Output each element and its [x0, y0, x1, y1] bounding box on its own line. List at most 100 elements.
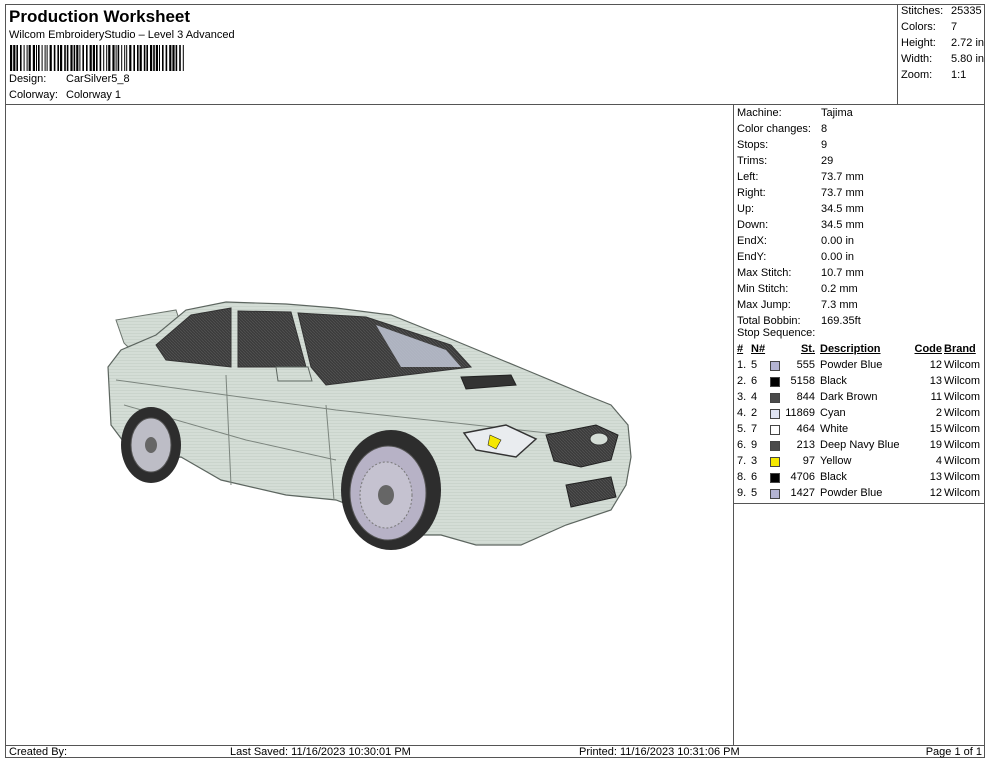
barcode-bar [16, 45, 18, 71]
stat-value: 2.72 in [951, 37, 985, 49]
barcode-bar [169, 45, 172, 71]
row-needle: 4 [751, 391, 758, 403]
info-value: 0.00 in [821, 235, 855, 247]
row-code: 13 [929, 471, 942, 483]
barcode-bar [13, 45, 16, 71]
row-stitches: 213 [796, 439, 815, 451]
barcode-bar [38, 45, 40, 71]
stat-stitches: Stitches: 25335 [901, 5, 982, 17]
stat-label: Width: [901, 53, 933, 65]
header-description: Description [820, 343, 881, 355]
row-brand: Wilcom [944, 391, 981, 403]
color-swatch [770, 473, 780, 483]
barcode-bar [60, 45, 63, 71]
stat-zoom: Zoom: 1:1 [901, 69, 966, 81]
barcode-bar [172, 45, 175, 71]
stat-label: Colors: [901, 21, 936, 33]
barcode-bar [28, 45, 31, 71]
barcode-bar [129, 45, 132, 71]
design-value: CarSilver5_8 [66, 73, 130, 85]
barcode-bar [64, 45, 66, 71]
info-value: 10.7 mm [821, 267, 864, 279]
info-row: Right: 73.7 mm [737, 187, 864, 199]
barcode-bar [79, 45, 81, 71]
row-brand: Wilcom [944, 359, 981, 371]
colorway-value: Colorway 1 [66, 89, 122, 101]
barcode-bar [96, 45, 98, 71]
row-stitches: 464 [796, 423, 815, 435]
barcode-bar [175, 45, 178, 71]
info-value: 9 [821, 139, 828, 151]
worksheet-header: Production Worksheet Wilcom EmbroiderySt… [6, 5, 897, 105]
row-description: Powder Blue [820, 487, 883, 499]
row-needle: 7 [751, 423, 758, 435]
car-embroidery-image [107, 301, 632, 550]
barcode-bar [32, 45, 35, 71]
stop-sequence-title: Stop Sequence: [737, 327, 816, 339]
row-needle: 6 [751, 375, 758, 387]
barcode-bar [70, 45, 73, 71]
design-row: Design: CarSilver5_8 [9, 73, 130, 85]
header-needle: N# [751, 343, 766, 355]
table-row: 7. 3 97 Yellow 4 Wilcom [734, 455, 985, 471]
row-description: Powder Blue [820, 359, 883, 371]
row-brand: Wilcom [944, 439, 981, 451]
barcode-bar [46, 45, 48, 71]
stat-value: 25335 [951, 5, 982, 17]
row-code: 4 [935, 455, 942, 467]
software-name: Wilcom EmbroideryStudio – Level 3 Advanc… [9, 29, 235, 41]
header-brand: Brand [944, 343, 976, 355]
page-title: Production Worksheet [9, 7, 191, 26]
colorway-label: Colorway: [9, 89, 58, 101]
barcode-bar [82, 45, 84, 71]
row-description: Dark Brown [820, 391, 878, 403]
info-label: Max Stitch: [737, 267, 792, 279]
stat-value: 1:1 [951, 69, 967, 81]
barcode-bar [26, 45, 28, 71]
info-value: 169.35ft [821, 315, 861, 327]
barcode-bar [44, 45, 46, 71]
row-needle: 5 [751, 487, 758, 499]
info-label: Down: [737, 219, 769, 231]
info-value: 73.7 mm [821, 187, 864, 199]
printed-date: Printed: 11/16/2023 10:31:06 PM [579, 746, 740, 758]
info-row: Up: 34.5 mm [737, 203, 864, 215]
stat-label: Height: [901, 37, 936, 49]
info-row: Left: 73.7 mm [737, 171, 864, 183]
barcode-bar [103, 45, 105, 71]
row-num: 7. [737, 455, 747, 467]
barcode-bar [73, 45, 76, 71]
color-swatch [770, 425, 780, 435]
info-value: 8 [821, 123, 828, 135]
info-label: EndX: [737, 235, 767, 247]
barcode-bar [57, 45, 59, 71]
stop-sequence-header: # N# St. Description Code Brand [734, 343, 985, 359]
color-swatch [770, 489, 780, 499]
row-num: 3. [737, 391, 747, 403]
table-row: 1. 5 555 Powder Blue 12 Wilcom [734, 359, 985, 375]
info-label: Min Stitch: [737, 283, 789, 295]
barcode-bar [66, 45, 69, 71]
color-swatch [770, 457, 780, 467]
barcode-bar [124, 45, 126, 71]
color-swatch [770, 361, 780, 371]
stat-height: Height: 2.72 in [901, 37, 984, 49]
row-stitches: 1427 [790, 487, 815, 499]
barcode-bar [126, 45, 128, 71]
info-value: 7.3 mm [821, 299, 858, 311]
info-row: Min Stitch: 0.2 mm [737, 283, 858, 295]
row-needle: 3 [751, 455, 758, 467]
row-brand: Wilcom [944, 455, 981, 467]
info-label: Stops: [737, 139, 769, 151]
row-stitches: 11869 [785, 407, 815, 419]
info-row: Stops: 9 [737, 139, 827, 151]
design-preview [6, 105, 733, 745]
info-label: Machine: [737, 107, 782, 119]
row-brand: Wilcom [944, 375, 981, 387]
color-swatch [770, 409, 780, 419]
row-needle: 9 [751, 439, 758, 451]
table-row: 2. 6 5158 Black 13 Wilcom [734, 375, 985, 391]
barcode-bar [155, 45, 158, 71]
info-row: Down: 34.5 mm [737, 219, 864, 231]
barcode-bar [143, 45, 146, 71]
